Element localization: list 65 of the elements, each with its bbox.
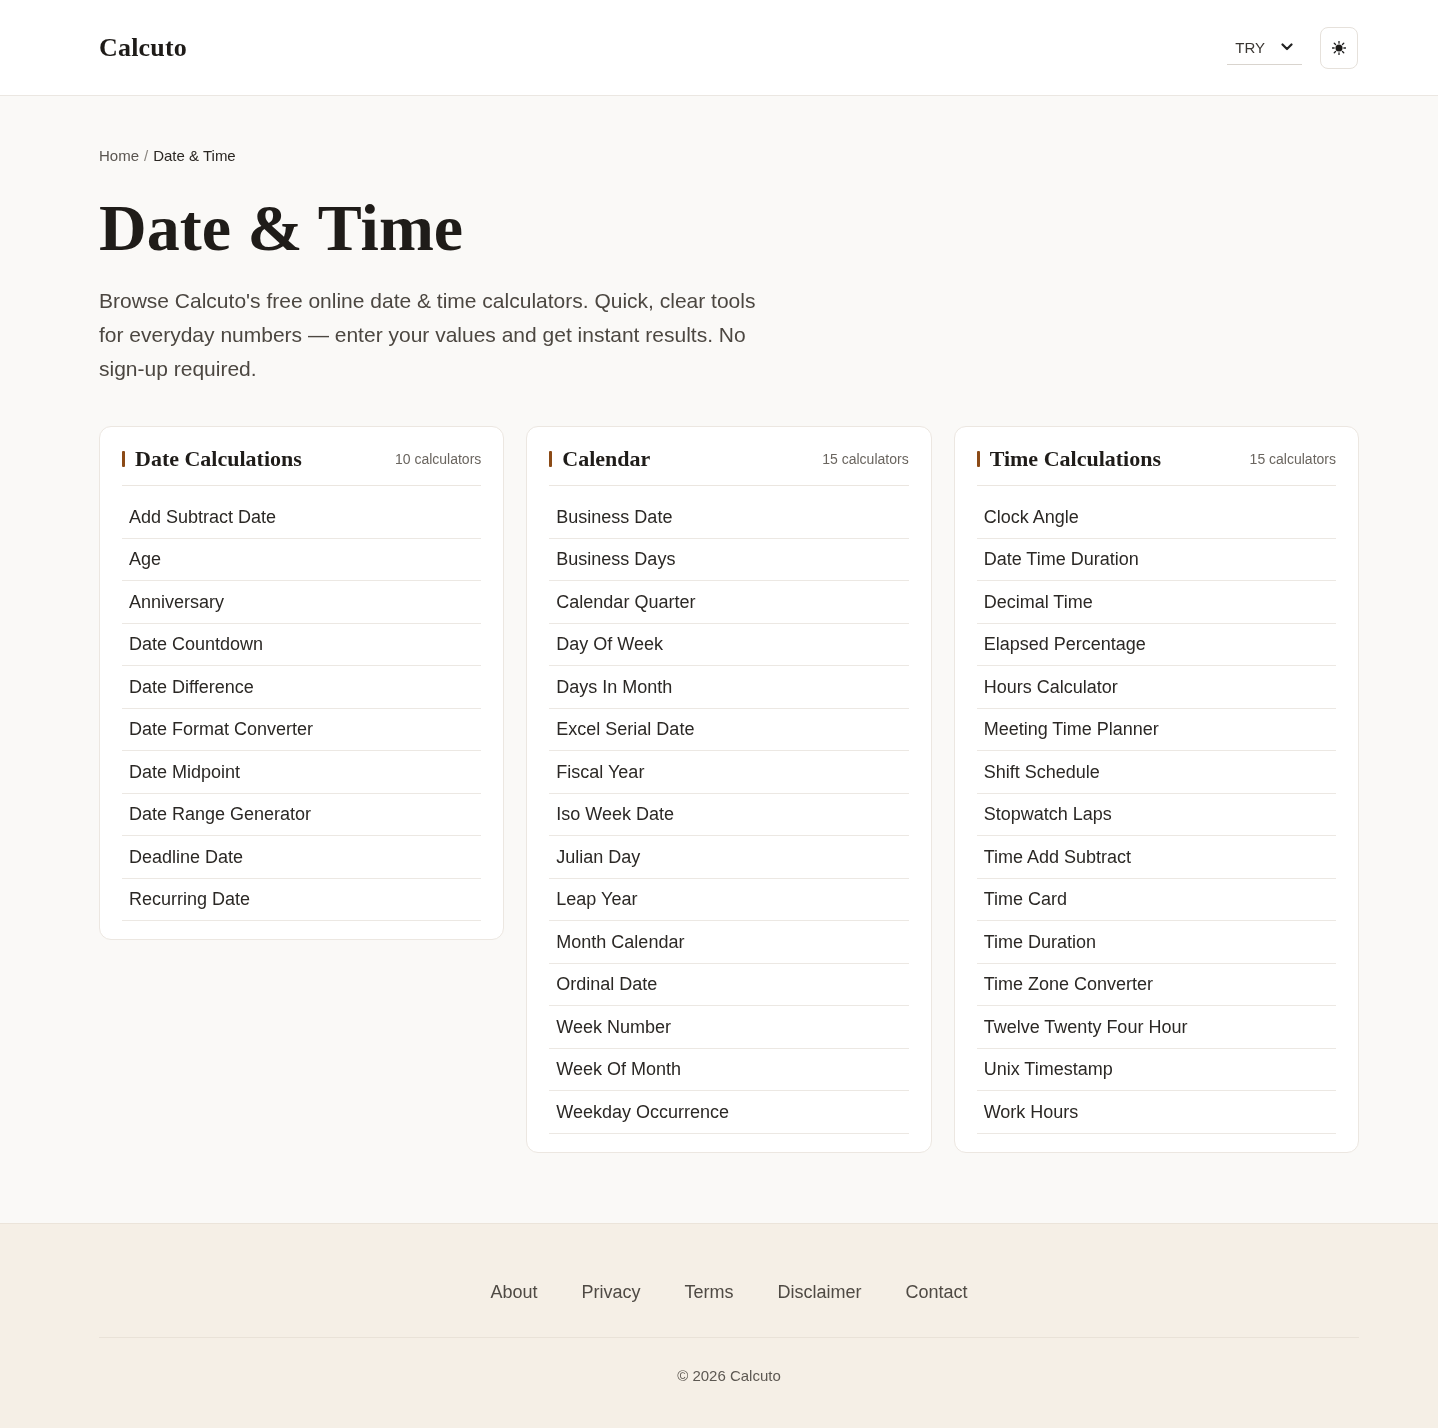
calculator-link[interactable]: Day Of Week xyxy=(549,623,909,666)
calculator-link[interactable]: Julian Day xyxy=(549,836,909,879)
calculator-link[interactable]: Week Of Month xyxy=(549,1048,909,1091)
page-description: Browse Calcuto's free online date & time calculators. Quick, clear tools for everyday numbers — enter your values and get instant results. No sign-up required. xyxy=(99,288,757,382)
calculator-link[interactable]: Recurring Date xyxy=(122,878,482,921)
calculator-link[interactable]: Time Card xyxy=(976,878,1336,921)
calculator-link[interactable]: Age xyxy=(122,538,482,581)
category-title: Calendar xyxy=(562,445,651,473)
sun-icon xyxy=(1332,40,1346,55)
calculator-link[interactable]: Decimal Time xyxy=(976,581,1336,624)
calculator-link[interactable]: Date Time Duration xyxy=(976,538,1336,581)
theme-toggle-button[interactable] xyxy=(1320,26,1358,69)
currency-select[interactable]: TRY xyxy=(1227,30,1302,65)
calculator-link[interactable]: Days In Month xyxy=(549,666,909,709)
calculator-link[interactable]: Unix Timestamp xyxy=(976,1048,1336,1091)
calculator-link[interactable]: Elapsed Percentage xyxy=(976,623,1336,666)
calculator-link[interactable]: Calendar Quarter xyxy=(549,581,909,624)
chevron-down-icon xyxy=(1281,43,1293,51)
calculator-link[interactable]: Twelve Twenty Four Hour xyxy=(976,1006,1336,1049)
calculator-count: 15 calculators xyxy=(1249,451,1336,467)
accent-bar-icon xyxy=(122,451,125,467)
breadcrumb-current: Date & Time xyxy=(153,146,236,166)
calculator-link[interactable]: Date Countdown xyxy=(122,623,482,666)
calculator-link[interactable]: Fiscal Year xyxy=(549,751,909,794)
footer-link[interactable]: Terms xyxy=(684,1279,734,1304)
breadcrumb-link[interactable]: Home xyxy=(99,146,139,166)
calculator-link[interactable]: Shift Schedule xyxy=(976,751,1336,794)
calculator-link[interactable]: Date Range Generator xyxy=(122,793,482,836)
logo-link[interactable]: Calcuto xyxy=(99,32,188,63)
calculator-link[interactable]: Leap Year xyxy=(549,878,909,921)
calculator-link[interactable]: Excel Serial Date xyxy=(549,708,909,751)
calculator-link[interactable]: Date Difference xyxy=(122,666,482,709)
footer-link[interactable]: Disclaimer xyxy=(777,1279,862,1304)
calculator-link[interactable]: Meeting Time Planner xyxy=(976,708,1336,751)
breadcrumb-separator: / xyxy=(144,146,149,166)
category-title: Time Calculations xyxy=(989,445,1161,473)
calculator-link[interactable]: Weekday Occurrence xyxy=(549,1091,909,1134)
footer-link[interactable]: About xyxy=(490,1279,538,1304)
page-title: Date & Time xyxy=(99,193,465,263)
footer-link[interactable]: Contact xyxy=(905,1279,968,1304)
calculator-link[interactable]: Iso Week Date xyxy=(549,793,909,836)
calculator-link[interactable]: Hours Calculator xyxy=(976,666,1336,709)
calculator-count: 10 calculators xyxy=(394,451,482,467)
calculator-link[interactable]: Stopwatch Laps xyxy=(976,793,1336,836)
calculator-link[interactable]: Time Add Subtract xyxy=(976,836,1336,879)
calculator-link[interactable]: Time Zone Converter xyxy=(976,963,1336,1006)
calculator-link[interactable]: Date Format Converter xyxy=(122,708,482,751)
accent-bar-icon xyxy=(549,451,553,467)
calculator-link[interactable]: Time Duration xyxy=(976,921,1336,964)
footer-link[interactable]: Privacy xyxy=(581,1279,641,1304)
calculator-link[interactable]: Ordinal Date xyxy=(549,963,909,1006)
calculator-link[interactable]: Month Calendar xyxy=(549,921,909,964)
calculator-link[interactable]: Deadline Date xyxy=(122,836,482,879)
calculator-link[interactable]: Anniversary xyxy=(122,581,482,624)
calculator-link[interactable]: Date Midpoint xyxy=(122,751,482,794)
calculator-link[interactable]: Business Date xyxy=(549,496,909,539)
accent-bar-icon xyxy=(976,451,980,467)
calculator-count: 15 calculators xyxy=(822,451,909,467)
calculator-link[interactable]: Add Subtract Date xyxy=(122,496,482,539)
calculator-link[interactable]: Business Days xyxy=(549,538,909,581)
category-title: Date Calculations xyxy=(135,445,302,473)
copyright-text: © 2026 Calcuto xyxy=(676,1365,782,1386)
calculator-link[interactable]: Work Hours xyxy=(976,1091,1336,1134)
calculator-link[interactable]: Clock Angle xyxy=(976,496,1336,539)
calculator-link[interactable]: Week Number xyxy=(549,1006,909,1049)
